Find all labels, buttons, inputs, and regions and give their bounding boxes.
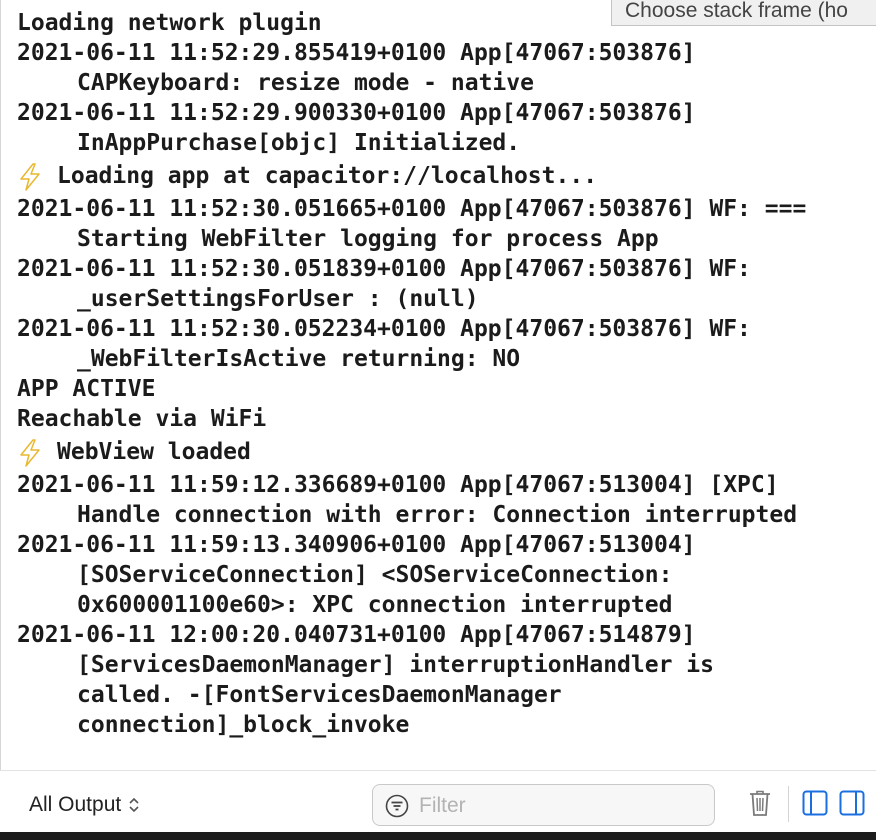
log-line: 2021-06-11 11:59:12.336689+0100 App[4706… bbox=[1, 470, 876, 500]
output-selector-label: All Output bbox=[29, 793, 122, 816]
log-text: Starting WebFilter logging for process A… bbox=[77, 226, 659, 252]
log-text: Loading app at capacitor://localhost... bbox=[57, 163, 598, 189]
log-text: 2021-06-11 11:59:12.336689+0100 App[4706… bbox=[17, 472, 779, 498]
log-text: InAppPurchase[objc] Initialized. bbox=[77, 130, 521, 156]
log-text: connection]_block_invoke bbox=[77, 712, 410, 738]
log-line: 2021-06-11 11:52:30.051839+0100 App[4706… bbox=[1, 254, 876, 284]
log-line-continuation: Starting WebFilter logging for process A… bbox=[1, 224, 876, 254]
split-right-icon bbox=[839, 790, 865, 816]
log-text: 2021-06-11 11:52:29.855419+0100 App[4706… bbox=[17, 40, 696, 66]
log-text: 0x600001100e60>: XPC connection interrup… bbox=[77, 592, 673, 618]
filter-field[interactable] bbox=[372, 784, 715, 826]
log-text: Loading network plugin bbox=[17, 10, 322, 36]
log-text: called. -[FontServicesDaemonManager bbox=[77, 682, 562, 708]
log-text: 2021-06-11 11:59:13.340906+0100 App[4706… bbox=[17, 532, 696, 558]
show-console-view-button[interactable] bbox=[839, 790, 865, 820]
show-variables-view-button[interactable] bbox=[802, 790, 828, 820]
output-selector[interactable]: All Output bbox=[29, 793, 139, 817]
log-line-continuation: called. -[FontServicesDaemonManager bbox=[1, 680, 876, 710]
log-line-continuation: [SOServiceConnection] <SOServiceConnecti… bbox=[1, 560, 876, 590]
tooltip-text: Choose stack frame (ho bbox=[625, 0, 848, 22]
trash-button[interactable] bbox=[748, 789, 772, 821]
log-text: 2021-06-11 11:52:30.051665+0100 App[4706… bbox=[17, 196, 807, 222]
log-line-continuation: 0x600001100e60>: XPC connection interrup… bbox=[1, 590, 876, 620]
log-line-continuation: Handle connection with error: Connection… bbox=[1, 500, 876, 530]
log-text: APP ACTIVE bbox=[17, 376, 156, 402]
log-line-continuation: connection]_block_invoke bbox=[1, 710, 876, 740]
log-line-continuation: _WebFilterIsActive returning: NO bbox=[1, 344, 876, 374]
log-text: Handle connection with error: Connection… bbox=[77, 502, 798, 528]
log-line-continuation: CAPKeyboard: resize mode - native bbox=[1, 68, 876, 98]
trash-icon bbox=[750, 790, 770, 816]
console-toolbar: All Output bbox=[0, 770, 876, 833]
console-output[interactable]: Loading network plugin 2021-06-11 11:52:2… bbox=[0, 0, 876, 770]
log-line-continuation: InAppPurchase[objc] Initialized. bbox=[1, 128, 876, 158]
window-bottom-edge bbox=[0, 832, 876, 840]
log-line: 2021-06-11 11:52:29.900330+0100 App[4706… bbox=[1, 98, 876, 128]
log-text: CAPKeyboard: resize mode - native bbox=[77, 70, 534, 96]
log-line: 2021-06-11 11:52:30.051665+0100 App[4706… bbox=[1, 194, 876, 224]
log-text: 2021-06-11 11:52:29.900330+0100 App[4706… bbox=[17, 100, 696, 126]
log-text: [ServicesDaemonManager] interruptionHand… bbox=[77, 652, 714, 678]
log-line: APP ACTIVE bbox=[1, 374, 876, 404]
log-line: 2021-06-11 12:00:20.040731+0100 App[4706… bbox=[1, 620, 876, 650]
filter-icon bbox=[385, 794, 409, 822]
toolbar-divider bbox=[788, 786, 789, 822]
log-text: _WebFilterIsActive returning: NO bbox=[77, 346, 521, 372]
lightning-bolt-icon bbox=[17, 162, 57, 191]
chevron-updown-icon bbox=[125, 796, 139, 813]
log-line-event: WebView loaded bbox=[1, 434, 876, 470]
log-text: 2021-06-11 11:52:30.051839+0100 App[4706… bbox=[17, 256, 751, 282]
log-text: WebView loaded bbox=[57, 439, 251, 465]
log-line: Reachable via WiFi bbox=[1, 404, 876, 434]
lightning-bolt-icon bbox=[17, 438, 57, 467]
log-text: Reachable via WiFi bbox=[17, 406, 267, 432]
log-line: 2021-06-11 11:59:13.340906+0100 App[4706… bbox=[1, 530, 876, 560]
log-text: [SOServiceConnection] <SOServiceConnecti… bbox=[77, 562, 673, 588]
log-text: _userSettingsForUser : (null) bbox=[77, 286, 479, 312]
log-lines: Loading network plugin 2021-06-11 11:52:2… bbox=[1, 0, 876, 740]
log-text: 2021-06-11 12:00:20.040731+0100 App[4706… bbox=[17, 622, 696, 648]
log-line-continuation: _userSettingsForUser : (null) bbox=[1, 284, 876, 314]
log-line-event: Loading app at capacitor://localhost... bbox=[1, 158, 876, 194]
log-line: 2021-06-11 11:52:30.052234+0100 App[4706… bbox=[1, 314, 876, 344]
log-line: 2021-06-11 11:52:29.855419+0100 App[4706… bbox=[1, 38, 876, 68]
stack-frame-tooltip: Choose stack frame (ho bbox=[611, 0, 876, 26]
split-left-icon bbox=[802, 790, 828, 816]
log-text: 2021-06-11 11:52:30.052234+0100 App[4706… bbox=[17, 316, 751, 342]
log-line-continuation: [ServicesDaemonManager] interruptionHand… bbox=[1, 650, 876, 680]
filter-input[interactable] bbox=[417, 791, 701, 821]
